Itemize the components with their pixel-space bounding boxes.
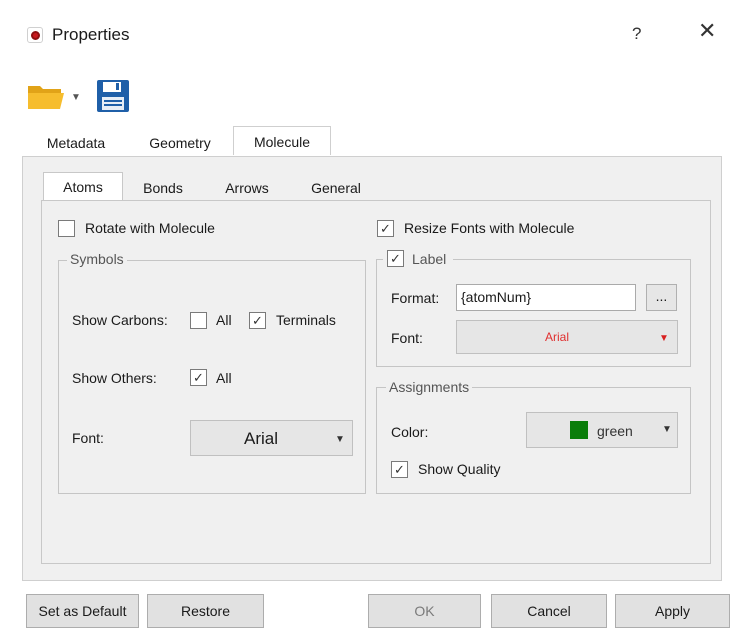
- carbons-all-checkbox[interactable]: [190, 312, 207, 329]
- show-others-label: Show Others:: [72, 370, 157, 386]
- open-dropdown-arrow-icon[interactable]: ▼: [71, 92, 81, 103]
- tab-molecule[interactable]: Molecule: [233, 126, 331, 155]
- tab-geometry[interactable]: Geometry: [134, 128, 226, 155]
- tab-arrows[interactable]: Arrows: [210, 174, 284, 201]
- others-all-label: All: [216, 370, 232, 386]
- resize-fonts-checkbox[interactable]: ✓: [377, 220, 394, 237]
- carbons-terminals-label: Terminals: [276, 312, 336, 328]
- ok-button[interactable]: OK: [368, 594, 481, 628]
- window-title: Properties: [52, 25, 130, 44]
- resize-fonts-label: Resize Fonts with Molecule: [404, 220, 575, 236]
- format-label: Format:: [391, 290, 440, 306]
- color-combo[interactable]: green ▼: [526, 412, 678, 448]
- label-group-title: Label: [412, 251, 447, 267]
- color-label: Color:: [391, 424, 429, 440]
- symbols-font-combo[interactable]: Arial ▼: [190, 420, 353, 456]
- chevron-down-icon: ▼: [335, 434, 345, 445]
- folder-icon[interactable]: [27, 82, 65, 110]
- assignments-group-title: Assignments: [386, 379, 473, 395]
- tab-metadata[interactable]: Metadata: [30, 128, 122, 155]
- color-swatch: [570, 421, 588, 439]
- rotate-with-molecule-checkbox[interactable]: [58, 220, 75, 237]
- show-carbons-label: Show Carbons:: [72, 312, 168, 328]
- tab-atoms[interactable]: Atoms: [43, 172, 123, 200]
- format-browse-button[interactable]: ...: [646, 284, 677, 311]
- app-icon: [27, 27, 43, 43]
- symbols-group-title: Symbols: [67, 251, 127, 267]
- label-font-label: Font:: [391, 330, 423, 346]
- cancel-button[interactable]: Cancel: [491, 594, 607, 628]
- tab-general[interactable]: General: [298, 174, 374, 201]
- others-all-checkbox[interactable]: ✓: [190, 369, 207, 386]
- chevron-down-icon: ▼: [659, 333, 669, 344]
- set-as-default-button[interactable]: Set as Default: [26, 594, 139, 628]
- label-group-checkbox[interactable]: ✓: [387, 250, 404, 267]
- carbons-all-label: All: [216, 312, 232, 328]
- tab-bonds[interactable]: Bonds: [128, 174, 198, 201]
- label-font-combo[interactable]: Arial ▼: [456, 320, 678, 354]
- color-value: green: [597, 423, 633, 439]
- apply-button[interactable]: Apply: [615, 594, 730, 628]
- restore-button[interactable]: Restore: [147, 594, 264, 628]
- floppy-disk-icon[interactable]: [96, 79, 130, 113]
- format-field[interactable]: {atomNum}: [456, 284, 636, 311]
- show-quality-checkbox[interactable]: ✓: [391, 461, 408, 478]
- symbols-font-label: Font:: [72, 430, 104, 446]
- rotate-with-molecule-label: Rotate with Molecule: [85, 220, 215, 236]
- help-button[interactable]: ?: [632, 24, 641, 44]
- close-button[interactable]: ✕: [698, 20, 716, 42]
- carbons-terminals-checkbox[interactable]: ✓: [249, 312, 266, 329]
- label-font-value: Arial: [544, 330, 569, 344]
- show-quality-label: Show Quality: [418, 461, 501, 477]
- chevron-down-icon: ▼: [662, 424, 672, 435]
- symbols-font-value: Arial: [243, 429, 278, 448]
